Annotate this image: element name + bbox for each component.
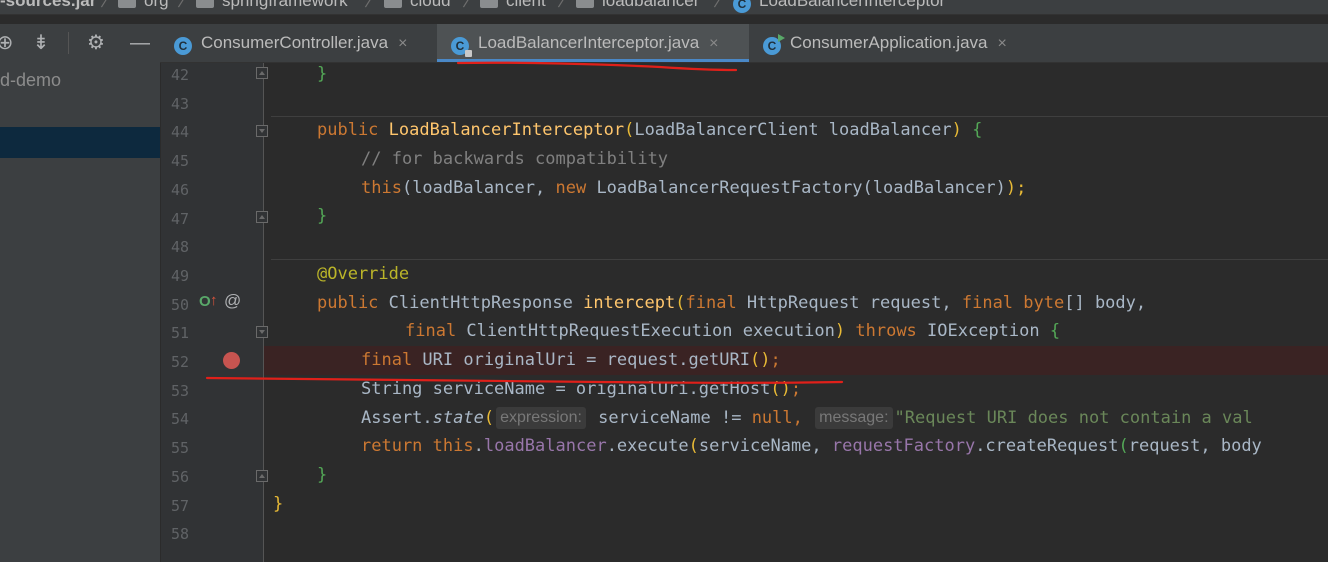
- active-tab-indicator: [437, 59, 749, 62]
- line-number: 58: [170, 525, 189, 544]
- fold-marker[interactable]: [256, 470, 268, 482]
- override-arrow-icon: ↑: [210, 292, 218, 309]
- line-number: 48: [170, 238, 189, 257]
- tab-label: ConsumerController.java: [201, 33, 389, 52]
- crosshair-icon[interactable]: ⊕: [0, 30, 18, 56]
- breadcrumb-separator: 〉: [713, 0, 730, 10]
- line-number: 55: [170, 439, 189, 458]
- class-icon: C: [451, 37, 472, 57]
- tab-consumer-application[interactable]: C ConsumerApplication.java ×: [763, 24, 1033, 62]
- line-number: 46: [170, 180, 189, 199]
- code-line: public LoadBalancerInterceptor(LoadBalan…: [317, 120, 983, 140]
- code-line: }: [317, 465, 328, 485]
- tab-load-balancer-interceptor[interactable]: C LoadBalancerInterceptor.java ×: [437, 24, 749, 62]
- class-icon: C: [733, 0, 751, 13]
- breadcrumb: -sources.jar 〉 org 〉 springframework 〉 c…: [0, 0, 1328, 15]
- close-icon[interactable]: ×: [709, 35, 718, 52]
- line-number: 44: [170, 123, 189, 142]
- project-panel: ⊕ ⇟ ⚙ — d-demo: [0, 24, 161, 562]
- lock-icon: [465, 50, 472, 57]
- breadcrumb-item-org[interactable]: org: [118, 0, 169, 14]
- parameter-hint: message:: [815, 407, 893, 429]
- breadcrumb-separator: 〉: [462, 0, 479, 10]
- line-number: 42: [170, 66, 189, 84]
- code-line-breakpoint: final URI originalUri = request.getURI()…: [361, 350, 781, 370]
- breadcrumb-item-cloud[interactable]: cloud: [384, 0, 451, 14]
- breadcrumb-separator: 〉: [364, 0, 381, 10]
- code-annotation: @Override: [317, 264, 410, 284]
- breakpoint-icon[interactable]: [223, 352, 240, 369]
- breadcrumb-item-springframework[interactable]: springframework: [196, 0, 348, 14]
- line-number: 43: [170, 94, 189, 113]
- editor-tabs: C ConsumerController.java × C LoadBalancerI…: [160, 24, 1328, 63]
- fold-marker[interactable]: [256, 125, 268, 137]
- folder-icon: [118, 0, 136, 8]
- folder-icon: [576, 0, 594, 8]
- line-number: 54: [170, 410, 189, 429]
- code-comment: // for backwards compatibility: [361, 149, 669, 169]
- tab-consumer-controller[interactable]: C ConsumerController.java ×: [174, 24, 438, 62]
- editor-gutter[interactable]: 42 43 44 45 46 47 48 49 50 51 52 53 54 5…: [161, 63, 268, 562]
- breadcrumb-separator: 〉: [100, 0, 117, 10]
- fold-marker[interactable]: [256, 211, 268, 223]
- project-tree-selected-item[interactable]: [0, 127, 160, 158]
- code-line: final ClientHttpRequestExecution executi…: [405, 321, 1061, 341]
- folder-icon: [384, 0, 402, 8]
- code-line: Assert.state(expression: serviceName != …: [361, 407, 1253, 429]
- line-number: 50: [170, 295, 189, 314]
- breadcrumb-jar[interactable]: -sources.jar: [0, 0, 96, 14]
- annotation-icon[interactable]: @: [224, 291, 241, 311]
- parameter-hint: expression:: [496, 407, 586, 429]
- class-icon: C: [174, 37, 192, 55]
- folder-icon: [480, 0, 498, 8]
- run-icon: [778, 34, 785, 42]
- line-number: 51: [170, 324, 189, 343]
- code-line: return this.loadBalancer.execute(service…: [361, 436, 1262, 456]
- fold-marker[interactable]: [256, 326, 268, 338]
- breadcrumb-item-client[interactable]: client: [480, 0, 546, 14]
- line-number: 45: [170, 152, 189, 171]
- code-line: public ClientHttpResponse intercept(fina…: [317, 293, 1147, 313]
- close-icon[interactable]: ×: [398, 35, 407, 52]
- tab-label: ConsumerApplication.java: [790, 33, 988, 52]
- minimize-icon[interactable]: —: [127, 30, 153, 56]
- line-number: 52: [170, 353, 189, 371]
- close-icon[interactable]: ×: [998, 35, 1007, 52]
- gear-icon[interactable]: ⚙: [83, 30, 109, 56]
- code-line: }: [273, 494, 284, 514]
- code-line: }: [317, 206, 328, 226]
- code-line: }: [317, 64, 328, 84]
- breadcrumb-separator: 〉: [177, 0, 194, 10]
- folder-icon: [196, 0, 214, 8]
- line-number: 57: [170, 496, 189, 515]
- fold-marker[interactable]: [256, 67, 268, 79]
- code-line: this(loadBalancer, new LoadBalancerReque…: [361, 178, 1027, 198]
- line-number: 47: [170, 209, 189, 228]
- breadcrumb-separator: 〉: [557, 0, 574, 10]
- breadcrumb-item-loadbalancer[interactable]: loadbalancer: [576, 0, 699, 14]
- project-tree-item[interactable]: d-demo: [0, 70, 61, 91]
- tab-label: LoadBalancerInterceptor.java: [478, 33, 700, 52]
- code-area[interactable]: } public LoadBalancerInterceptor(LoadBal…: [273, 63, 1328, 562]
- code-editor[interactable]: 42 43 44 45 46 47 48 49 50 51 52 53 54 5…: [161, 63, 1328, 562]
- project-toolbar: ⊕ ⇟ ⚙ —: [0, 24, 160, 62]
- collapse-icon[interactable]: ⇟: [28, 30, 54, 56]
- line-number: 49: [170, 266, 189, 285]
- override-icon[interactable]: O: [199, 293, 211, 310]
- class-icon: C: [763, 34, 785, 55]
- line-number: 53: [170, 381, 189, 400]
- breadcrumb-item-class[interactable]: C LoadBalancerInterceptor: [733, 0, 945, 14]
- line-number: 56: [170, 467, 189, 486]
- toolbar-divider: [68, 32, 69, 54]
- code-line: String serviceName = originalUri.getHost…: [361, 379, 802, 399]
